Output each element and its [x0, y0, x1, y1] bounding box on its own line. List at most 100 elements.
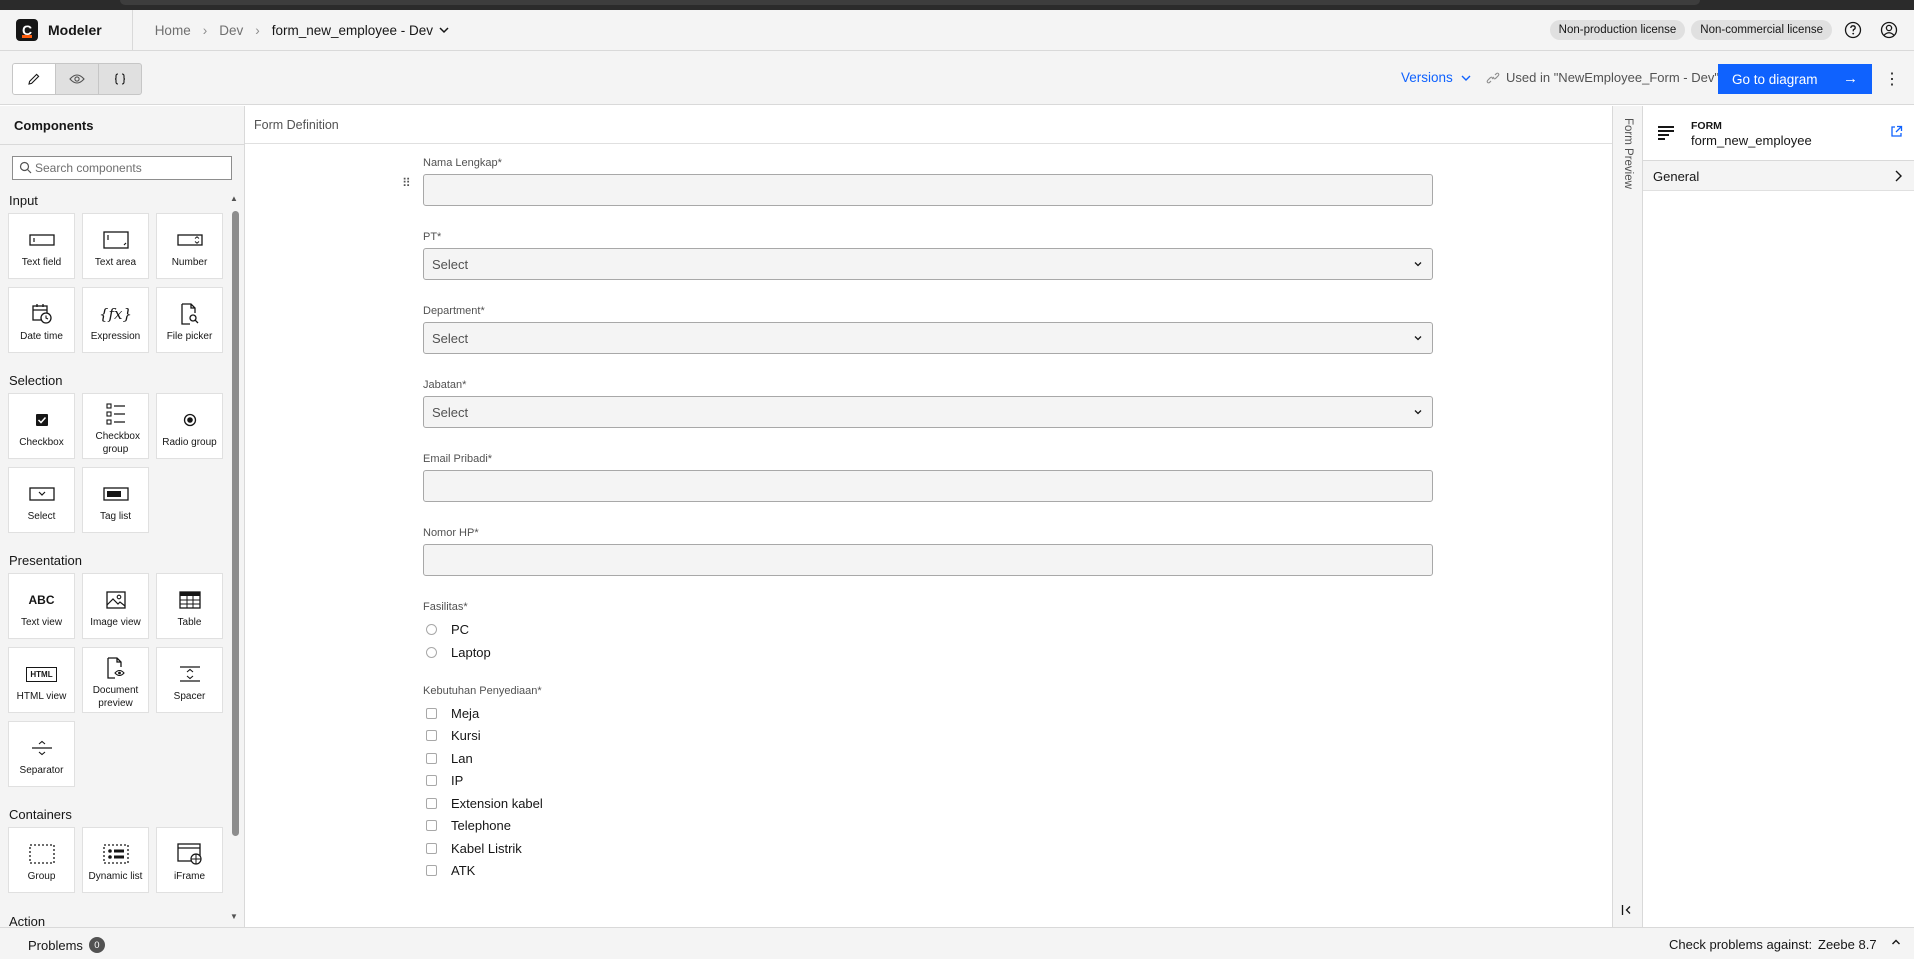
- tile-label: iFrame: [173, 871, 206, 882]
- component-number[interactable]: Number: [156, 213, 223, 279]
- kebutuhan-checkbox-lan[interactable]: Lan: [426, 751, 473, 766]
- nomor-hp-input[interactable]: [423, 544, 1433, 576]
- iframe-icon: [176, 843, 202, 865]
- kebutuhan-checkbox-ip[interactable]: IP: [426, 773, 463, 788]
- component-checkbox[interactable]: Checkbox: [8, 393, 75, 459]
- component-file-picker[interactable]: File picker: [156, 287, 223, 353]
- collapse-panel-icon[interactable]: [1621, 904, 1633, 919]
- field-label-jabatan: Jabatan*: [423, 379, 467, 391]
- go-to-diagram-button[interactable]: Go to diagram →: [1718, 64, 1872, 94]
- checkbox[interactable]: [426, 775, 437, 786]
- fasilitas-radio-laptop[interactable]: Laptop: [426, 645, 491, 660]
- checkbox[interactable]: [426, 753, 437, 764]
- checkbox[interactable]: [426, 843, 437, 854]
- department-select[interactable]: Select: [423, 322, 1433, 354]
- checkbox[interactable]: [426, 865, 437, 876]
- chevron-down-icon[interactable]: [439, 25, 449, 35]
- app-header: C Modeler Home › Dev › form_new_employee…: [0, 9, 1914, 51]
- component-image-view[interactable]: Image view: [82, 573, 149, 639]
- breadcrumb-home[interactable]: Home: [155, 23, 191, 38]
- camunda-logo[interactable]: C: [16, 19, 38, 41]
- kebutuhan-checkbox-meja[interactable]: Meja: [426, 706, 479, 721]
- component-table[interactable]: Table: [156, 573, 223, 639]
- component-checkbox-group[interactable]: Checkbox group: [82, 393, 149, 459]
- component-text-view[interactable]: ABC Text view: [8, 573, 75, 639]
- used-in-link[interactable]: Used in "NewEmployee_Form - Dev": [1486, 70, 1719, 85]
- chevron-up-icon[interactable]: [1890, 936, 1902, 951]
- document-eye-icon: [106, 657, 125, 679]
- edit-mode-button[interactable]: [13, 64, 56, 94]
- user-avatar-icon[interactable]: [1874, 15, 1904, 45]
- fasilitas-radio-pc[interactable]: PC: [426, 622, 469, 637]
- tile-label: Radio group: [162, 437, 217, 448]
- component-radio-group[interactable]: Radio group: [156, 393, 223, 459]
- component-date-time[interactable]: Date time: [8, 287, 75, 353]
- scroll-up-arrow[interactable]: ▲: [230, 194, 238, 203]
- kebutuhan-checkbox-kabel-listrik[interactable]: Kabel Listrik: [426, 841, 522, 856]
- drag-handle-icon[interactable]: ⠿: [402, 176, 411, 190]
- section-containers: Containers: [9, 807, 72, 822]
- breadcrumb-dev[interactable]: Dev: [219, 23, 243, 38]
- checkbox[interactable]: [426, 820, 437, 831]
- component-expression[interactable]: {fx} Expression: [82, 287, 149, 353]
- help-icon[interactable]: [1838, 15, 1868, 45]
- checkbox[interactable]: [426, 730, 437, 741]
- breadcrumb-current-file[interactable]: form_new_employee - Dev: [272, 23, 433, 38]
- component-iframe[interactable]: iFrame: [156, 827, 223, 893]
- table-icon: [178, 591, 201, 609]
- checkbox[interactable]: [426, 708, 437, 719]
- component-group[interactable]: Group: [8, 827, 75, 893]
- checkbox-label: Kursi: [451, 728, 481, 743]
- field-label-kebutuhan: Kebutuhan Penyediaan*: [423, 685, 542, 697]
- radio-button[interactable]: [426, 647, 437, 658]
- tile-label: File picker: [166, 331, 213, 342]
- go-to-diagram-label: Go to diagram: [1732, 71, 1818, 87]
- canvas-header: Form Definition: [245, 106, 1612, 144]
- section-action: Action: [9, 914, 46, 927]
- form-preview-toggle[interactable]: [1612, 106, 1643, 927]
- pt-select[interactable]: Select: [423, 248, 1433, 280]
- general-group-label: General: [1653, 169, 1700, 184]
- component-select[interactable]: Select: [8, 467, 75, 533]
- spacer-icon: [179, 666, 200, 682]
- jabatan-select[interactable]: Select: [423, 396, 1433, 428]
- tile-label: Checkbox: [19, 437, 64, 448]
- nama-lengkap-input[interactable]: [423, 174, 1433, 206]
- preview-mode-button[interactable]: [56, 64, 99, 94]
- search-components-input[interactable]: Search components: [12, 156, 232, 180]
- form-preview-label[interactable]: Form Preview: [1622, 118, 1634, 189]
- search-placeholder: Search components: [35, 161, 142, 175]
- radio-icon: [183, 413, 196, 427]
- engine-version-select[interactable]: Zeebe 8.7: [1818, 937, 1877, 952]
- kebutuhan-checkbox-atk[interactable]: ATK: [426, 863, 475, 878]
- external-link-icon[interactable]: [1890, 125, 1903, 141]
- field-label-fasilitas: Fasilitas*: [423, 601, 468, 613]
- component-text-area[interactable]: Text area: [82, 213, 149, 279]
- overflow-menu-icon[interactable]: ⋮: [1884, 68, 1900, 90]
- radio-button[interactable]: [426, 624, 437, 635]
- json-mode-button[interactable]: [99, 64, 141, 94]
- problems-count-badge: 0: [88, 937, 105, 953]
- problems-button[interactable]: Problems 0: [28, 937, 105, 953]
- field-label-nama: Nama Lengkap*: [423, 157, 502, 169]
- kebutuhan-checkbox-kursi[interactable]: Kursi: [426, 728, 481, 743]
- component-document-preview[interactable]: Document preview: [82, 647, 149, 713]
- kebutuhan-checkbox-extension-kabel[interactable]: Extension kabel: [426, 796, 543, 811]
- email-pribadi-input[interactable]: [423, 470, 1433, 502]
- kebutuhan-checkbox-telephone[interactable]: Telephone: [426, 818, 511, 833]
- problems-label: Problems: [28, 937, 83, 953]
- component-tag-list[interactable]: Tag list: [82, 467, 149, 533]
- component-text-field[interactable]: Text field: [8, 213, 75, 279]
- tile-label: Number: [171, 257, 208, 268]
- components-panel: Components Search components Input Text …: [0, 106, 245, 927]
- component-dynamic-list[interactable]: Dynamic list: [82, 827, 149, 893]
- status-bar: Problems 0 Check problems against: Zeebe…: [0, 927, 1914, 959]
- general-group-header[interactable]: General: [1643, 161, 1914, 191]
- scroll-down-arrow[interactable]: ▼: [230, 912, 238, 921]
- components-scrollbar[interactable]: [232, 211, 239, 836]
- component-spacer[interactable]: Spacer: [156, 647, 223, 713]
- versions-menu[interactable]: Versions: [1401, 70, 1471, 85]
- component-separator[interactable]: Separator: [8, 721, 75, 787]
- component-html-view[interactable]: HTML HTML view: [8, 647, 75, 713]
- checkbox[interactable]: [426, 798, 437, 809]
